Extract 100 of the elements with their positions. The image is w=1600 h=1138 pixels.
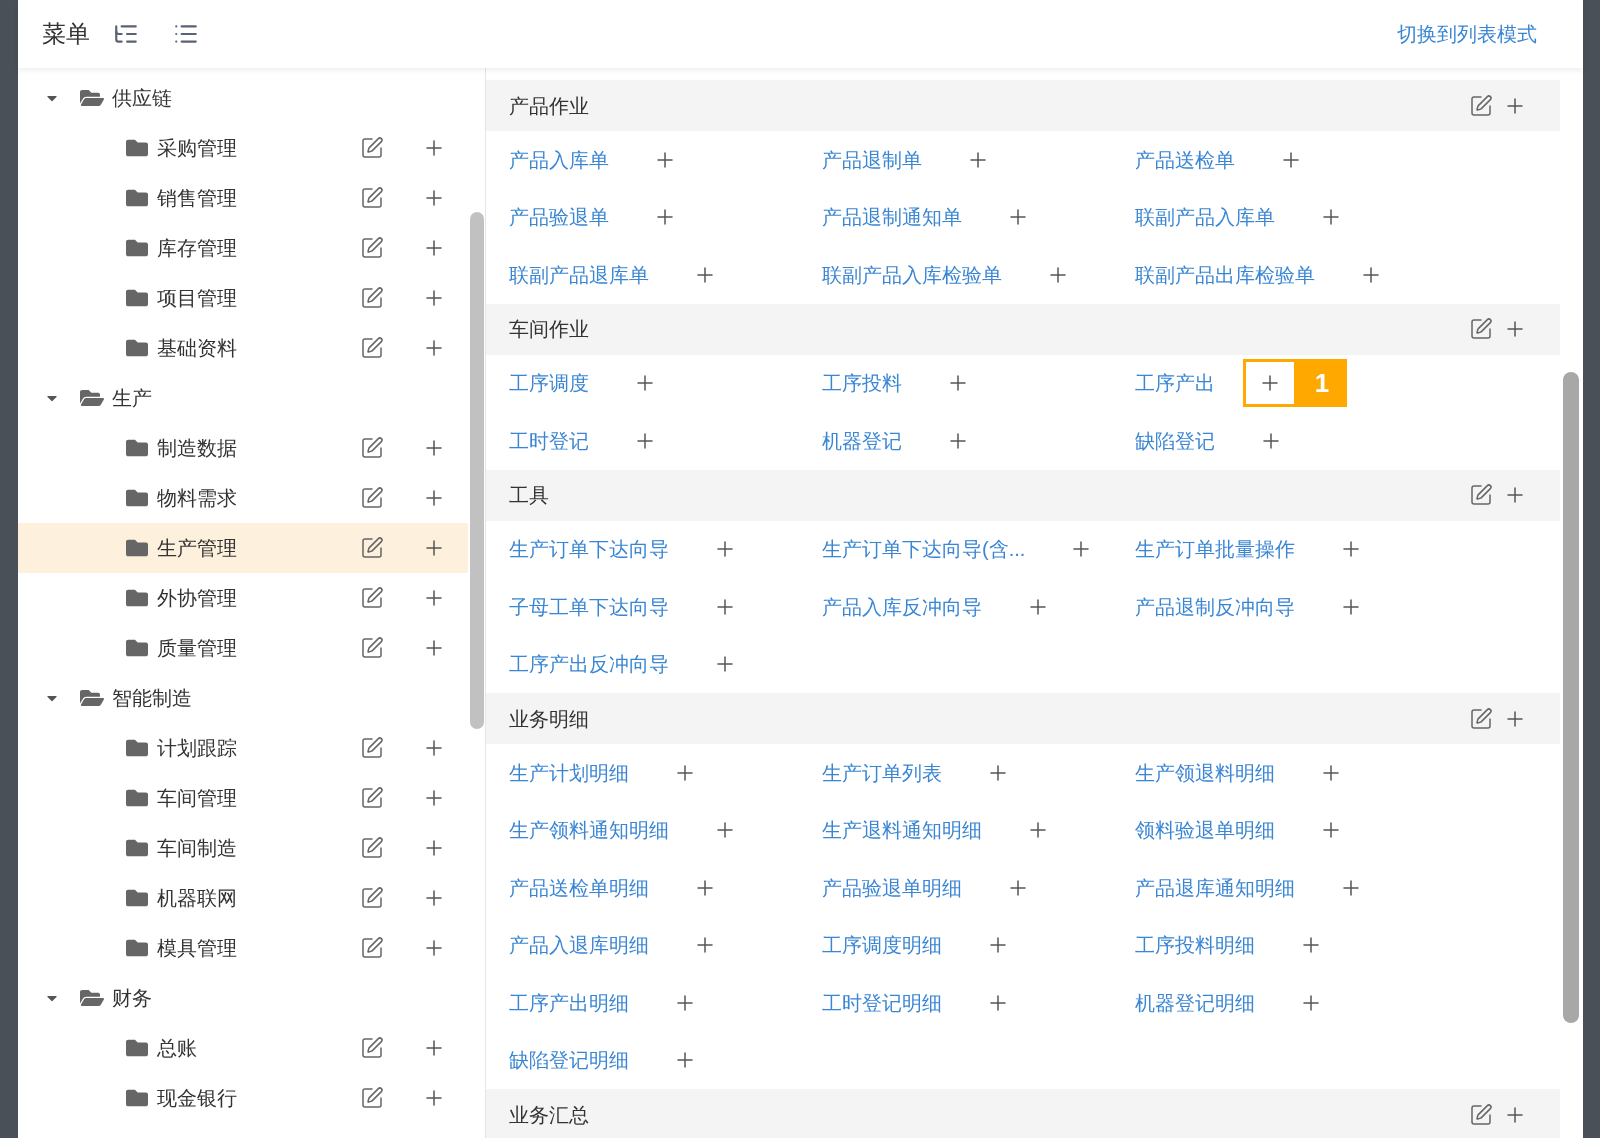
- item-label: 销售管理: [157, 186, 237, 211]
- menu-link[interactable]: 产品退制反冲向导: [1135, 591, 1295, 622]
- menu-link[interactable]: 产品退制通知单: [822, 202, 962, 233]
- tree-item[interactable]: 物料需求: [18, 473, 468, 523]
- menu-link[interactable]: 工序产出: [1135, 368, 1215, 399]
- section-title: 业务汇总: [509, 1102, 589, 1128]
- item-label: 外协管理: [157, 586, 237, 611]
- menu-link[interactable]: 联副产品入库单: [1135, 202, 1275, 233]
- menu-link[interactable]: 生产领退料明细: [1135, 757, 1275, 788]
- tree-item[interactable]: 车间管理: [18, 773, 468, 823]
- menu-link[interactable]: 领料验退单明细: [1135, 815, 1275, 846]
- tree-item[interactable]: 质量管理: [18, 623, 468, 673]
- menu-link[interactable]: 产品入退库明细: [509, 930, 649, 961]
- folder-icon: [126, 337, 148, 359]
- folder-icon: [126, 437, 148, 459]
- scrollbar-thumb[interactable]: [1563, 372, 1579, 1023]
- menu-link[interactable]: 工时登记: [509, 425, 589, 456]
- item-label: 模具管理: [157, 936, 237, 961]
- item-label: 采购管理: [157, 136, 237, 161]
- edit-icon: [360, 1086, 384, 1110]
- folder-icon: [126, 287, 148, 309]
- edit-icon: [360, 186, 384, 210]
- tree-item[interactable]: 销售管理: [18, 173, 468, 223]
- tree-item[interactable]: 车间制造: [18, 823, 468, 873]
- item-label: 总账: [157, 1036, 197, 1061]
- tree-item[interactable]: 制造数据: [18, 423, 468, 473]
- folder-icon: [126, 737, 148, 759]
- item-label: 库存管理: [157, 236, 237, 261]
- menu-link[interactable]: 工序调度: [509, 368, 589, 399]
- menu-title: 菜单: [42, 19, 90, 49]
- tree-item[interactable]: 采购管理: [18, 123, 468, 173]
- tree-group[interactable]: 智能制造: [18, 673, 468, 723]
- menu-link[interactable]: 生产订单下达向导: [509, 534, 669, 565]
- menu-link[interactable]: 生产退料通知明细: [822, 815, 982, 846]
- scrollbar-thumb[interactable]: [470, 212, 484, 729]
- menu-link[interactable]: 产品送检单明细: [509, 872, 649, 903]
- menu-link[interactable]: 机器登记明细: [1135, 987, 1255, 1018]
- menu-link[interactable]: 生产订单批量操作: [1135, 534, 1295, 565]
- edit-icon: [360, 286, 384, 310]
- group-label: 智能制造: [112, 686, 192, 711]
- tree-item[interactable]: 外协管理: [18, 573, 468, 623]
- tree-item[interactable]: 总账: [18, 1023, 468, 1073]
- menu-link[interactable]: 缺陷登记: [1135, 425, 1215, 456]
- tree-group[interactable]: 生产: [18, 373, 468, 423]
- tree-group[interactable]: 供应链: [18, 73, 468, 123]
- menu-link[interactable]: 产品退制单: [822, 144, 922, 175]
- folder-icon: [126, 237, 148, 259]
- menu-link[interactable]: 产品验退单: [509, 202, 609, 233]
- tree-item[interactable]: 模具管理: [18, 923, 468, 973]
- tree-group[interactable]: 财务: [18, 973, 468, 1023]
- edit-icon: [1469, 1102, 1493, 1127]
- folder-icon: [126, 137, 148, 159]
- tree-item[interactable]: 库存管理: [18, 223, 468, 273]
- menu-link[interactable]: 产品入库单: [509, 144, 609, 175]
- menu-link[interactable]: 产品验退单明细: [822, 872, 962, 903]
- menu-link[interactable]: 生产订单列表: [822, 757, 942, 788]
- tree-item[interactable]: 项目管理: [18, 273, 468, 323]
- tree-item[interactable]: 现金银行: [18, 1073, 468, 1123]
- switch-mode-link[interactable]: 切换到列表模式: [1397, 19, 1537, 49]
- menu-link[interactable]: 联副产品退库单: [509, 259, 649, 290]
- edit-icon: [1469, 93, 1493, 118]
- section-title: 车间作业: [509, 317, 589, 342]
- menu-link[interactable]: 工序调度明细: [822, 930, 942, 961]
- menu-link[interactable]: 联副产品出库检验单: [1135, 259, 1315, 290]
- tree-item[interactable]: 计划跟踪: [18, 723, 468, 773]
- menu-link[interactable]: 产品入库反冲向导: [822, 591, 982, 622]
- menu-link[interactable]: 工序投料明细: [1135, 930, 1255, 961]
- menu-link[interactable]: 机器登记: [822, 425, 902, 456]
- menu-link[interactable]: 工序投料: [822, 368, 902, 399]
- tree-item[interactable]: 基础资料: [18, 323, 468, 373]
- edit-icon: [360, 886, 384, 910]
- folder-icon: [126, 787, 148, 809]
- edit-icon: [1469, 317, 1493, 341]
- group-label: 供应链: [112, 86, 172, 111]
- menu-link[interactable]: 工序产出明细: [509, 987, 629, 1018]
- item-label: 车间制造: [157, 836, 237, 861]
- menu-link[interactable]: 子母工单下达向导: [509, 591, 669, 622]
- edit-icon: [1469, 483, 1493, 507]
- item-label: 制造数据: [157, 436, 237, 461]
- menu-link[interactable]: 缺陷登记明细: [509, 1045, 629, 1076]
- edit-icon: [360, 936, 384, 960]
- tree-item[interactable]: 机器联网: [18, 873, 468, 923]
- menu-link[interactable]: 工时登记明细: [822, 987, 942, 1018]
- folder-icon: [126, 187, 148, 209]
- item-label: 车间管理: [157, 786, 237, 811]
- menu-link[interactable]: 生产领料通知明细: [509, 815, 669, 846]
- menu-link[interactable]: 生产计划明细: [509, 757, 629, 788]
- menu-link[interactable]: 工序产出反冲向导: [509, 649, 669, 680]
- folder-icon: [126, 587, 148, 609]
- section-title: 产品作业: [509, 93, 589, 119]
- menu-link[interactable]: 生产订单下达向导(含...: [822, 534, 1026, 565]
- edit-icon: [360, 736, 384, 760]
- menu-link[interactable]: 产品送检单: [1135, 144, 1235, 175]
- edit-icon: [360, 786, 384, 810]
- tree-item[interactable]: 生产管理: [18, 523, 468, 573]
- item-label: 现金银行: [157, 1086, 237, 1111]
- item-label: 计划跟踪: [157, 736, 237, 761]
- edit-icon: [360, 586, 384, 610]
- menu-link[interactable]: 联副产品入库检验单: [822, 259, 1002, 290]
- menu-link[interactable]: 产品退库通知明细: [1135, 872, 1295, 903]
